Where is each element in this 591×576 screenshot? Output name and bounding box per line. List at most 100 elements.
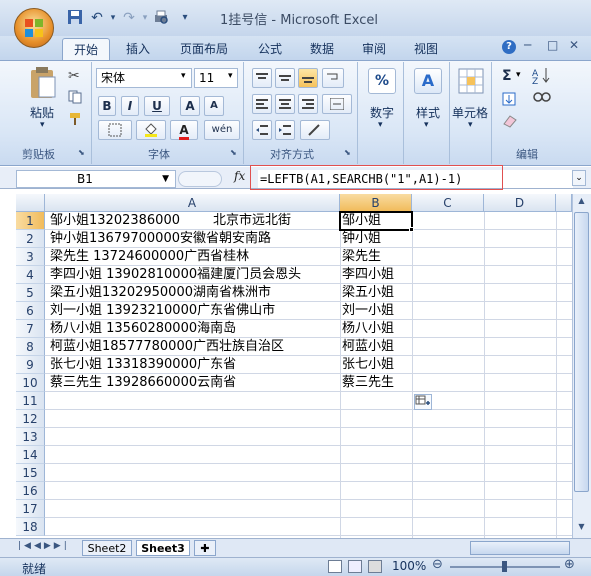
expand-formula-bar-icon[interactable]: ⌄	[572, 170, 586, 186]
font-size-dropdown-icon[interactable]: ▾	[228, 71, 233, 81]
row-header[interactable]: 8	[16, 338, 45, 356]
alignment-launcher-icon[interactable]: ⬊	[344, 148, 351, 157]
save-icon[interactable]	[66, 9, 84, 27]
paste-icon[interactable]	[28, 66, 58, 100]
cells-button[interactable]: 单元格	[452, 104, 488, 121]
bold-button[interactable]: B	[98, 96, 116, 116]
help-icon[interactable]: ?	[502, 40, 516, 54]
autosum-dropdown-icon[interactable]: ▾	[516, 70, 521, 80]
zoom-level[interactable]: 100%	[392, 559, 426, 573]
styles-icon[interactable]: A	[414, 68, 442, 94]
underline-button[interactable]: U	[144, 96, 170, 116]
number-dropdown-icon[interactable]: ▾	[378, 120, 383, 130]
fill-handle[interactable]	[409, 227, 414, 232]
row-header[interactable]: 14	[16, 446, 45, 464]
tab-insert[interactable]: 插入	[116, 38, 160, 60]
minimize-ribbon-icon[interactable]: ─	[524, 38, 531, 52]
row-header[interactable]: 10	[16, 374, 45, 392]
column-header-b[interactable]: B	[340, 194, 412, 212]
copy-icon[interactable]	[68, 90, 82, 107]
tab-view[interactable]: 视图	[404, 38, 448, 60]
merge-center-button[interactable]	[322, 94, 352, 114]
font-name-select[interactable]: 宋体	[96, 68, 192, 88]
row-header[interactable]: 15	[16, 464, 45, 482]
cell-a7[interactable]: 杨八小姐 13560280000海南岛	[50, 320, 338, 338]
grow-font-button[interactable]: A	[180, 96, 200, 116]
tab-review[interactable]: 审阅	[352, 38, 396, 60]
column-header-a[interactable]: A	[45, 194, 340, 212]
scroll-up-icon[interactable]: ▲	[574, 196, 589, 210]
select-all-corner[interactable]	[16, 194, 45, 212]
cell-a9[interactable]: 张七小姐 13318390000广东省	[50, 356, 338, 374]
find-select-icon[interactable]	[532, 90, 554, 111]
tab-home[interactable]: 开始	[62, 38, 110, 60]
paste-button[interactable]: 粘贴	[30, 104, 54, 121]
formula-splitter[interactable]	[178, 171, 222, 187]
row-header[interactable]: 12	[16, 410, 45, 428]
row-header[interactable]: 1	[16, 212, 45, 230]
scroll-down-icon[interactable]: ▼	[574, 522, 589, 536]
font-name-dropdown-icon[interactable]: ▾	[181, 71, 186, 81]
cell-a4[interactable]: 李四小姐 13902810000福建厦门员会恩头	[50, 266, 338, 284]
insert-function-icon[interactable]: fx	[234, 169, 245, 183]
row-header[interactable]: 7	[16, 320, 45, 338]
cell-a3[interactable]: 梁先生 13724600000广西省桂林	[50, 248, 338, 266]
cell-a10[interactable]: 蔡三先生 13928660000云南省	[50, 374, 338, 392]
tab-formulas[interactable]: 公式	[248, 38, 292, 60]
cell-b9[interactable]: 张七小姐	[342, 356, 410, 374]
number-format-icon[interactable]: %	[368, 68, 396, 94]
row-header[interactable]: 18	[16, 518, 45, 536]
tab-data[interactable]: 数据	[300, 38, 344, 60]
cell-b10[interactable]: 蔡三先生	[342, 374, 410, 392]
normal-view-icon[interactable]	[328, 560, 342, 573]
fill-icon[interactable]	[502, 92, 516, 109]
font-color-button[interactable]: A	[170, 120, 198, 140]
row-header[interactable]: 11	[16, 392, 45, 410]
font-launcher-icon[interactable]: ⬊	[230, 148, 237, 157]
cell-a1[interactable]: 邹小姐13202386000 北京市远北街	[50, 212, 338, 230]
align-left-button[interactable]	[252, 94, 272, 114]
row-header[interactable]: 16	[16, 482, 45, 500]
cells-icon[interactable]	[458, 68, 484, 97]
cut-icon[interactable]: ✂	[68, 68, 80, 84]
cell-a2[interactable]: 钟小姐13679700000安徽省朝安南路	[50, 230, 338, 248]
row-header[interactable]: 6	[16, 302, 45, 320]
decrease-indent-button[interactable]	[252, 120, 272, 140]
orientation-button[interactable]	[300, 120, 330, 140]
vertical-scroll-thumb[interactable]	[574, 212, 589, 492]
close-icon[interactable]: ✕	[569, 38, 579, 52]
clear-icon[interactable]	[502, 114, 518, 131]
row-header[interactable]: 13	[16, 428, 45, 446]
row-header[interactable]: 4	[16, 266, 45, 284]
row-header[interactable]: 2	[16, 230, 45, 248]
zoom-slider-thumb[interactable]	[502, 561, 507, 572]
increase-indent-button[interactable]	[275, 120, 295, 140]
insert-sheet-icon[interactable]: ✚	[194, 540, 216, 556]
page-layout-view-icon[interactable]	[348, 560, 362, 573]
name-box[interactable]: B1 ▼	[16, 170, 176, 188]
row-header[interactable]: 17	[16, 500, 45, 518]
cell-b3[interactable]: 梁先生	[342, 248, 410, 266]
qat-customize-icon[interactable]: ▾	[176, 9, 194, 27]
column-header-c[interactable]: C	[412, 194, 484, 212]
cell-b8[interactable]: 柯蓝小姐	[342, 338, 410, 356]
fill-color-button[interactable]	[136, 120, 166, 140]
horizontal-scroll-thumb[interactable]	[470, 541, 570, 555]
format-painter-icon[interactable]	[68, 112, 82, 129]
row-header[interactable]: 9	[16, 356, 45, 374]
zoom-in-icon[interactable]: ⊕	[564, 557, 575, 572]
cell-b6[interactable]: 刘一小姐	[342, 302, 410, 320]
italic-button[interactable]: I	[121, 96, 139, 116]
sheet-tab-sheet3[interactable]: Sheet3	[136, 540, 190, 556]
cell-b4[interactable]: 李四小姐	[342, 266, 410, 284]
row-header[interactable]: 3	[16, 248, 45, 266]
column-header-d[interactable]: D	[484, 194, 556, 212]
borders-button[interactable]	[98, 120, 132, 140]
wrap-text-button[interactable]	[322, 68, 344, 88]
row-header[interactable]: 5	[16, 284, 45, 302]
clipboard-launcher-icon[interactable]: ⬊	[78, 148, 85, 157]
styles-button[interactable]: 样式	[416, 104, 440, 121]
align-right-button[interactable]	[298, 94, 318, 114]
align-bottom-button[interactable]	[298, 68, 318, 88]
cell-b5[interactable]: 梁五小姐	[342, 284, 410, 302]
